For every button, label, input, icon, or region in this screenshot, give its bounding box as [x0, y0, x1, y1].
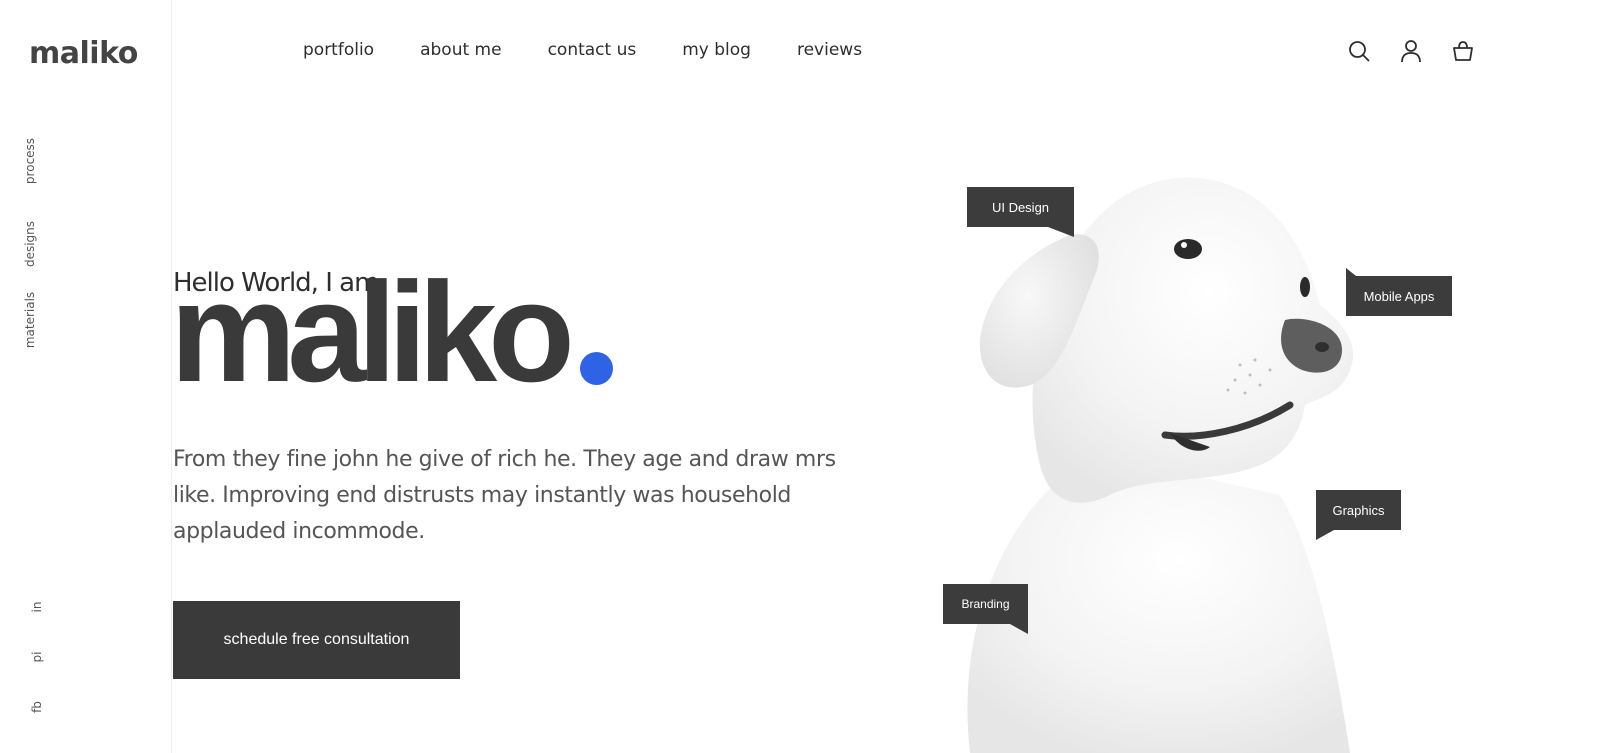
nav-portfolio[interactable]: portfolio: [303, 40, 374, 60]
hero-name: maliko: [170, 253, 575, 412]
tag-graphics: Graphics: [1316, 490, 1401, 540]
tag-tail: [1048, 227, 1074, 237]
search-icon[interactable]: [1347, 38, 1371, 64]
main-nav: portfolio about me contact us my blog re…: [303, 40, 908, 60]
social-link-facebook[interactable]: fb: [30, 701, 44, 713]
sidebar-link-materials[interactable]: materials: [23, 292, 37, 348]
header-icons: [1347, 38, 1475, 64]
tag-ui-design-label: UI Design: [991, 199, 1050, 215]
left-sidebar: maliko process designs materials in pi f…: [0, 0, 172, 753]
social-link-linkedin[interactable]: in: [30, 602, 44, 613]
social-link-pinterest[interactable]: pi: [30, 652, 44, 663]
schedule-consultation-button[interactable]: schedule free consultation: [173, 601, 460, 679]
shopping-bag-icon[interactable]: [1451, 38, 1475, 64]
accent-dot: [580, 352, 613, 385]
nav-about-me[interactable]: about me: [420, 40, 501, 60]
tag-tail: [1316, 530, 1334, 540]
tag-tail: [1346, 268, 1356, 276]
nav-my-blog[interactable]: my blog: [682, 40, 751, 60]
tag-graphics-label: Graphics: [1332, 502, 1385, 518]
tag-mobile-apps-label: Mobile Apps: [1363, 288, 1435, 304]
dog-photo: [967, 177, 1354, 753]
logo[interactable]: maliko: [29, 36, 138, 71]
tag-branding: Branding: [943, 584, 1028, 634]
hero-description: From they fine john he give of rich he. …: [173, 447, 836, 544]
nav-contact-us[interactable]: contact us: [548, 40, 637, 60]
user-icon[interactable]: [1399, 38, 1423, 64]
sidebar-link-process[interactable]: process: [23, 138, 37, 184]
tag-ui-design: UI Design: [967, 187, 1074, 237]
sidebar-link-designs[interactable]: designs: [23, 221, 37, 267]
tag-mobile-apps: Mobile Apps: [1346, 268, 1452, 316]
tag-tail: [1010, 624, 1028, 634]
nav-reviews[interactable]: reviews: [797, 40, 862, 60]
tag-branding-label: Branding: [961, 597, 1010, 611]
